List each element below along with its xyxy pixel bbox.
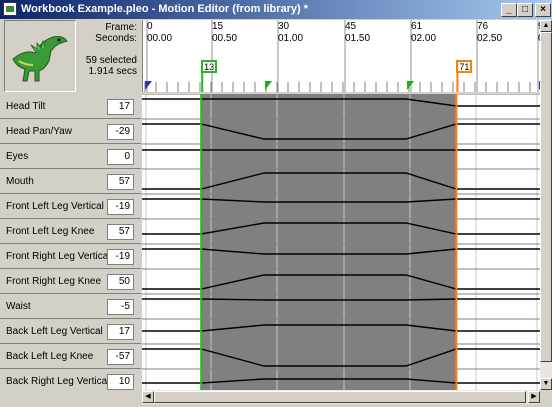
seconds-tick-label: 01.50 [345,33,371,44]
channel-value-field[interactable]: -5 [107,299,134,315]
frame-label: Frame: [105,22,137,33]
channel-value-field[interactable]: 0 [107,149,134,165]
scroll-right-arrow-icon[interactable]: ▶ [528,391,540,403]
dinosaur-logo-icon [12,36,68,82]
channel-row[interactable]: Mouth 57 [0,169,141,194]
channel-row[interactable]: Back Right Leg Vertical 10 [0,369,141,390]
channel-label: Mouth [6,176,34,187]
channel-row[interactable]: Head Tilt 17 [0,94,141,119]
timeline-ruler[interactable]: 0 00.00 15 00.50 30 01.00 45 01.50 61 02.00 76 02.5… [142,20,540,92]
channel-label: Back Left Leg Knee [6,351,94,362]
selection-start-marker[interactable]: 13 [201,60,218,73]
frame-tick-label: 76 [477,21,489,32]
vertical-scrollbar[interactable]: ▲ ▼ [540,20,552,390]
channel-value-field[interactable]: 57 [107,174,134,190]
channel-label: Waist [6,301,31,312]
channel-row[interactable]: Front Left Leg Knee 57 [0,219,141,244]
frame-info-panel: Frame: Seconds: 59 selected 1.914 secs [78,20,141,92]
channel-label: Front Left Leg Vertical [6,201,104,212]
scroll-down-arrow-icon[interactable]: ▼ [540,378,552,390]
channel-label: Head Pan/Yaw [6,126,72,137]
channel-row[interactable]: Eyes 0 [0,144,141,169]
channel-row[interactable]: Front Right Leg Knee 50 [0,269,141,294]
close-button[interactable]: × [535,3,551,17]
channel-value-field[interactable]: 57 [107,224,134,240]
channel-row[interactable]: Back Left Leg Knee -57 [0,344,141,369]
horizontal-scrollbar[interactable]: ◀ ▶ [142,390,540,404]
channel-list: Head Tilt 17 Head Pan/Yaw -29 Eyes 0 Mouth 57 Fr… [0,94,142,390]
channel-value-field[interactable]: 10 [107,374,134,390]
scroll-up-arrow-icon[interactable]: ▲ [540,20,552,32]
channel-row[interactable]: Back Left Leg Vertical 17 [0,319,141,344]
keyframe-flag-icon [265,81,272,90]
motion-graph[interactable] [142,94,540,390]
channel-label: Front Right Leg Knee [6,276,102,287]
frame-tick-label: 61 [411,21,423,32]
seconds-tick-label: 01.00 [278,33,304,44]
selection-duration: 1.914 secs [88,66,137,77]
frame-tick-label: 45 [345,21,357,32]
frame-tick-label: 15 [212,21,224,32]
seconds-tick-label: 02.00 [411,33,437,44]
channel-value-field[interactable]: -57 [107,349,134,365]
channel-label: Front Right Leg Vertical [6,251,111,262]
channel-value-field[interactable]: -19 [107,199,134,215]
channel-row[interactable]: Front Right Leg Vertical -19 [0,244,141,269]
channel-value-field[interactable]: 17 [107,324,134,340]
vertical-scroll-thumb[interactable] [540,32,552,362]
selection-count: 59 selected [85,55,137,66]
channel-row[interactable]: Head Pan/Yaw -29 [0,119,141,144]
seconds-tick-label: 00.00 [147,33,173,44]
seconds-label: Seconds: [95,33,137,44]
channel-label: Head Tilt [6,101,46,112]
frame-tick-label: 30 [278,21,290,32]
seconds-tick-label: 02.50 [477,33,503,44]
pleo-logo [4,20,76,92]
channel-value-field[interactable]: 50 [107,274,134,290]
channel-label: Eyes [6,151,29,162]
minimize-button[interactable]: _ [501,3,517,17]
channel-row[interactable]: Waist -5 [0,294,141,319]
resize-grip-icon[interactable] [540,393,552,405]
app-icon[interactable] [3,2,17,16]
channel-label: Back Right Leg Vertical [6,376,110,387]
scroll-left-arrow-icon[interactable]: ◀ [142,391,154,403]
motion-curves[interactable] [142,94,540,390]
title-bar[interactable]: Workbook Example.pleo - Motion Editor (f… [0,0,552,19]
horizontal-scroll-thumb[interactable] [154,391,526,403]
channel-value-field[interactable]: -19 [107,249,134,265]
channel-row[interactable]: Front Left Leg Vertical -19 [0,194,141,219]
seconds-tick-label: 00.50 [212,33,238,44]
frame-tick-label: 0 [147,21,153,32]
channel-value-field[interactable]: 17 [107,99,134,115]
selection-end-marker[interactable]: 71 [456,60,473,73]
channel-label: Back Left Leg Vertical [6,326,103,337]
window-title: Workbook Example.pleo - Motion Editor (f… [21,3,309,15]
keyframe-flag-icon [145,81,152,90]
maximize-button[interactable]: □ [517,3,533,17]
channel-value-field[interactable]: -29 [107,124,134,140]
channel-label: Front Left Leg Knee [6,226,95,237]
